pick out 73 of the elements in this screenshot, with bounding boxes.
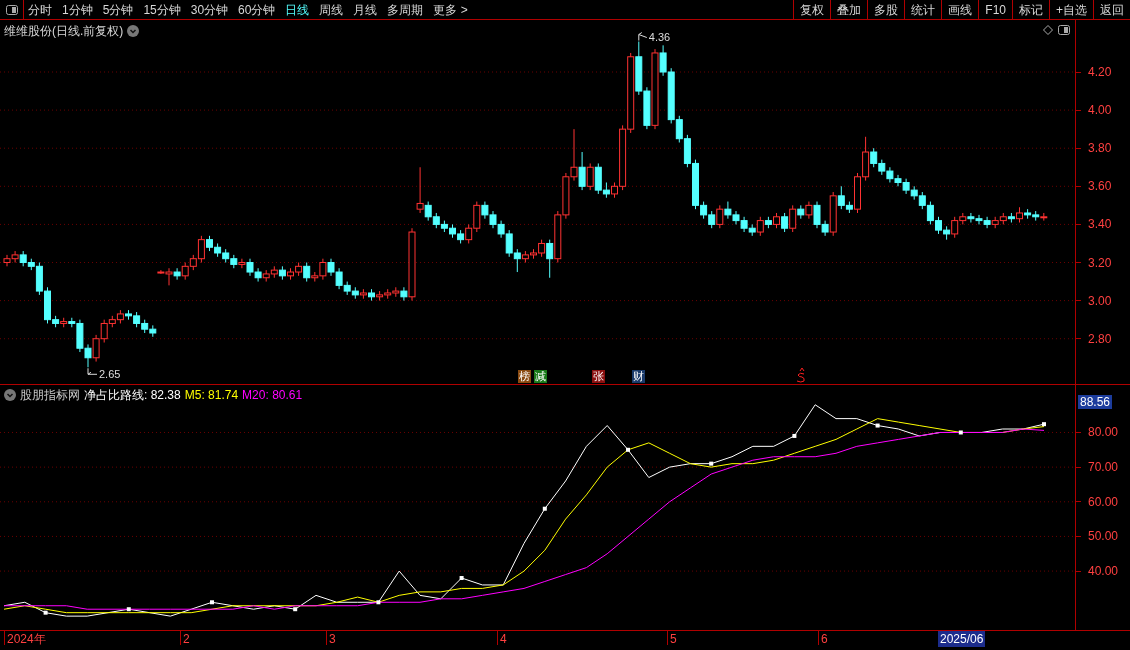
period-tab[interactable]: 1分钟 (62, 0, 93, 19)
period-tab[interactable]: 30分钟 (190, 0, 229, 19)
chevron-down-icon[interactable] (127, 25, 140, 37)
price-axis-label: 3.40 (1088, 217, 1112, 232)
point-marker (626, 447, 630, 452)
period-tab[interactable]: 15分钟 (143, 0, 181, 19)
chart-title: 维维股份(日线.前复权) (4, 23, 124, 40)
point-marker (293, 607, 298, 612)
price-axis-label: 3.60 (1088, 179, 1112, 194)
point-marker (126, 607, 131, 612)
event-badge[interactable]: 榜 (518, 370, 531, 383)
period-tab[interactable]: 月线 (353, 0, 378, 19)
low-price-label: 2.65 (99, 368, 121, 381)
point-marker (1042, 422, 1046, 427)
point-marker (958, 430, 963, 435)
price-axis-label: 3.00 (1088, 293, 1112, 308)
period-tab[interactable]: 周线 (319, 0, 344, 19)
toolbar-button[interactable]: F10 (978, 0, 1012, 20)
period-tab[interactable]: 多周期 (387, 0, 424, 19)
date-axis-label: 3 (329, 631, 336, 647)
toolbar-button[interactable]: 画线 (941, 0, 979, 20)
indicator-source: 股朋指标网 (20, 387, 80, 404)
point-marker (792, 433, 797, 438)
high-marker-icon (638, 32, 648, 42)
legend-item: M20: 80.61 (242, 387, 303, 404)
period-tab[interactable]: 日线 (285, 0, 310, 19)
point-marker (376, 600, 381, 605)
toolbar-button[interactable]: 返回 (1093, 0, 1130, 20)
low-marker-icon (87, 367, 98, 375)
price-axis-label: 3.20 (1088, 255, 1112, 270)
dollar-marker-icon (796, 367, 805, 383)
toolbar-button[interactable]: 复权 (793, 0, 831, 20)
date-axis-label: 4 (500, 631, 507, 647)
date-axis-label: 6 (821, 631, 828, 647)
toolbar-button[interactable]: +自选 (1049, 0, 1093, 20)
point-marker (542, 506, 547, 511)
legend-item: 净占比路线: 82.38 (84, 387, 181, 404)
price-axis-label: 4.00 (1088, 103, 1112, 118)
event-badge[interactable]: 财 (632, 370, 645, 383)
period-tab[interactable]: 60分钟 (238, 0, 276, 19)
toolbar-button[interactable]: 统计 (904, 0, 942, 20)
chevron-down-icon[interactable] (4, 389, 16, 401)
price-axis-label: 3.80 (1088, 141, 1112, 156)
high-price-label: 4.36 (648, 30, 671, 43)
period-tab[interactable]: 更多 > (433, 0, 468, 19)
point-marker (43, 610, 48, 615)
indicator-axis-label: 70.00 (1088, 460, 1119, 475)
diamond-icon[interactable] (1043, 25, 1053, 35)
current-date-box: 2025/06 (938, 631, 986, 647)
point-marker (709, 461, 714, 466)
toolbar-button[interactable]: 标记 (1012, 0, 1049, 20)
indicator-axis-label: 60.00 (1088, 494, 1119, 509)
point-marker (459, 576, 464, 580)
current-value-box: 88.56 (1078, 395, 1113, 409)
panel-toggle-icon[interactable] (5, 4, 18, 15)
indicator-axis-label: 50.00 (1088, 529, 1119, 544)
date-axis-label: 5 (670, 631, 677, 647)
event-badge[interactable]: 减 (534, 370, 547, 383)
point-marker (875, 423, 880, 428)
date-axis-label: 2 (183, 631, 190, 647)
panel-toggle-icon[interactable] (1058, 25, 1070, 35)
point-marker (210, 600, 214, 605)
period-tab[interactable]: 分时 (28, 0, 52, 19)
price-axis-label: 4.20 (1088, 65, 1112, 79)
event-badge[interactable]: 张 (592, 370, 605, 383)
indicator-axis-label: 40.00 (1088, 564, 1119, 579)
toolbar-button[interactable]: 叠加 (830, 0, 868, 20)
period-tab[interactable]: 5分钟 (102, 0, 134, 19)
date-axis-label: 2024年 (7, 631, 46, 647)
toolbar-button[interactable]: 多股 (867, 0, 905, 20)
price-axis-label: 2.80 (1088, 331, 1112, 346)
indicator-axis-label: 80.00 (1088, 425, 1119, 440)
legend-item: M5: 81.74 (184, 387, 239, 404)
